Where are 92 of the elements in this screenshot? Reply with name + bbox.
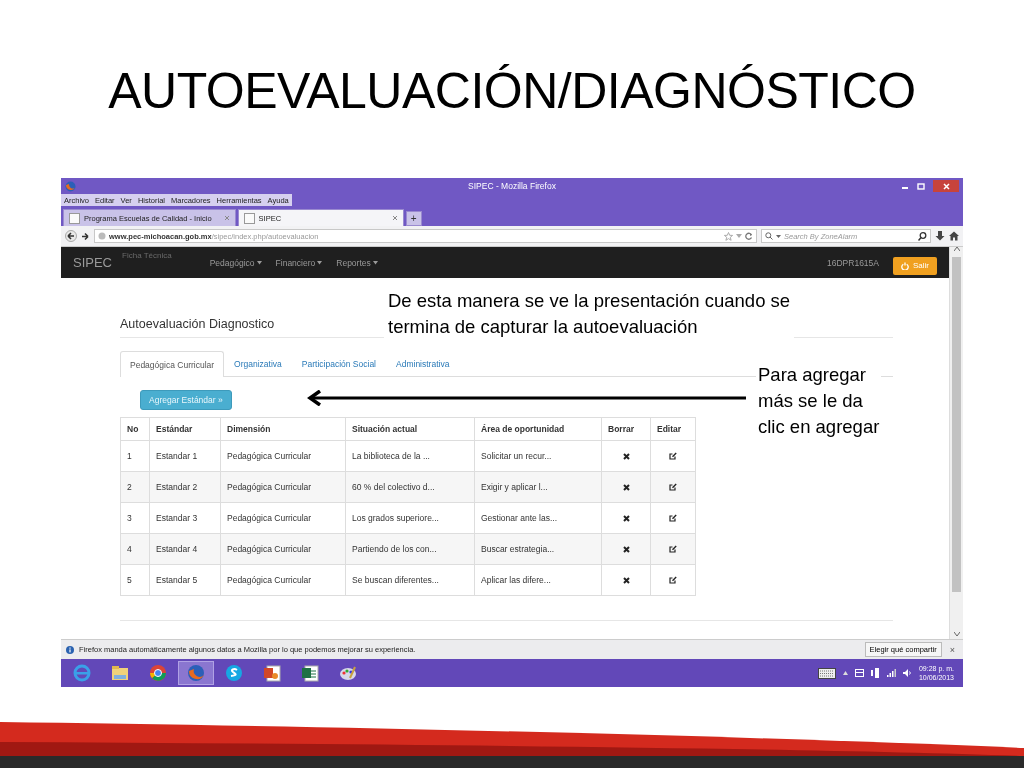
table-cell: La biblioteca de la ... <box>345 440 475 472</box>
table-cell: 1 <box>120 440 150 472</box>
signal-icon[interactable] <box>886 669 896 677</box>
table-cell: Los grados superiore... <box>345 502 475 534</box>
dropdown-icon <box>776 233 781 239</box>
keyboard-icon[interactable] <box>817 667 836 679</box>
table-cell: Gestionar ante las... <box>474 502 602 534</box>
home-icon[interactable] <box>949 231 959 241</box>
section-tab[interactable]: Participación Social <box>291 351 386 376</box>
table-cell: Estandar 5 <box>149 564 221 596</box>
network-icon[interactable] <box>870 668 880 678</box>
taskbar-app[interactable] <box>178 661 214 685</box>
table-cell: 5 <box>120 564 150 596</box>
page-icon <box>243 212 255 224</box>
reload-icon[interactable] <box>745 232 753 240</box>
caret-down-icon <box>256 260 262 265</box>
arrow-icon <box>307 390 747 406</box>
table-cell: Pedagógica Curricular <box>220 440 346 472</box>
column-header: Dimensión <box>220 417 346 441</box>
close-button[interactable] <box>933 180 959 192</box>
edit-icon[interactable] <box>669 452 677 460</box>
table-cell: Estandar 3 <box>149 502 221 534</box>
download-icon[interactable] <box>935 231 945 241</box>
table-cell: Pedagógica Curricular <box>220 564 346 596</box>
forward-arrow-icon[interactable] <box>81 231 90 241</box>
window-icon[interactable] <box>854 669 864 677</box>
chat-bubble-icon <box>224 663 244 683</box>
star-icon[interactable] <box>724 231 733 241</box>
close-icon <box>942 182 950 190</box>
table-cell: Se buscan diferentes... <box>345 564 475 596</box>
close-button[interactable]: × <box>946 644 958 655</box>
restore-icon[interactable] <box>917 182 925 190</box>
table-cell: Exigir y aplicar l... <box>474 471 602 503</box>
caret-up-icon[interactable] <box>842 671 848 675</box>
scrollbar[interactable] <box>949 247 963 639</box>
app-brand[interactable]: SIPEC <box>73 255 112 270</box>
edit-icon[interactable] <box>669 576 677 584</box>
table-cell: Aplicar las difere... <box>474 564 602 596</box>
edit-icon[interactable] <box>669 545 677 553</box>
table-cell: Buscar estrategia... <box>474 533 602 565</box>
table-cell: 60 % del colectivo d... <box>345 471 475 503</box>
table-cell: 3 <box>120 502 150 534</box>
info-icon <box>66 645 74 654</box>
table-cell: Estandar 4 <box>149 533 221 565</box>
new-tab-button[interactable]: + <box>405 211 422 226</box>
slides-document-icon <box>262 663 282 683</box>
caret-down-icon <box>317 260 323 265</box>
spreadsheet-icon <box>300 663 320 683</box>
section-tab[interactable]: Organizativa <box>224 351 292 376</box>
edit-icon[interactable] <box>669 514 677 522</box>
column-header: Estándar <box>149 417 221 441</box>
column-header: Situación actual <box>345 417 475 441</box>
nav-menu[interactable]: Financiero <box>275 257 323 268</box>
caret-up-icon <box>953 247 960 251</box>
delete-icon[interactable] <box>622 514 630 522</box>
column-header: Área de oportunidad <box>474 417 602 441</box>
ring-icon <box>72 663 92 683</box>
back-arrow-icon[interactable] <box>65 230 77 242</box>
nav-menu[interactable]: Reportes <box>336 257 378 268</box>
edit-icon[interactable] <box>669 483 677 491</box>
folder-icon <box>110 663 130 683</box>
section-tab[interactable]: Pedagógica Curricular <box>120 351 225 377</box>
close-icon[interactable] <box>391 215 398 221</box>
table-cell: Estandar 1 <box>149 440 221 472</box>
search-icon[interactable] <box>918 231 927 241</box>
tricolor-circle-icon <box>148 663 168 683</box>
page-icon <box>69 212 80 224</box>
table-cell: Partiendo de los con... <box>345 533 475 565</box>
column-header: Borrar <box>601 417 651 441</box>
caret-down-icon <box>372 260 378 265</box>
power-icon <box>901 261 909 270</box>
slide-title: AUTOEVALUACIÓN/DIAGNÓSTICO <box>108 62 916 121</box>
column-header: No <box>120 417 150 441</box>
nav-menu[interactable]: Pedagógico <box>209 257 262 268</box>
delete-icon[interactable] <box>622 452 630 460</box>
table-cell: 4 <box>120 533 150 565</box>
table-cell: 2 <box>120 471 150 503</box>
search-icon <box>765 232 773 240</box>
delete-icon[interactable] <box>622 576 630 584</box>
section-tab[interactable]: Administrativa <box>386 351 460 376</box>
delete-icon[interactable] <box>622 483 630 491</box>
column-header: Editar <box>650 417 696 441</box>
delete-icon[interactable] <box>622 545 630 553</box>
table-cell: Pedagógica Curricular <box>220 471 346 503</box>
window-title: SIPEC - Mozilla Firefox <box>468 181 556 191</box>
user-code: 16DPR1615A <box>827 257 879 268</box>
table-cell: Pedagógica Curricular <box>220 533 346 565</box>
table-cell: Pedagógica Curricular <box>220 502 346 534</box>
table-cell: Estandar 2 <box>149 471 221 503</box>
table-cell: Solicitar un recur... <box>474 440 602 472</box>
speaker-icon[interactable] <box>902 669 912 677</box>
caret-down-icon <box>953 632 960 636</box>
